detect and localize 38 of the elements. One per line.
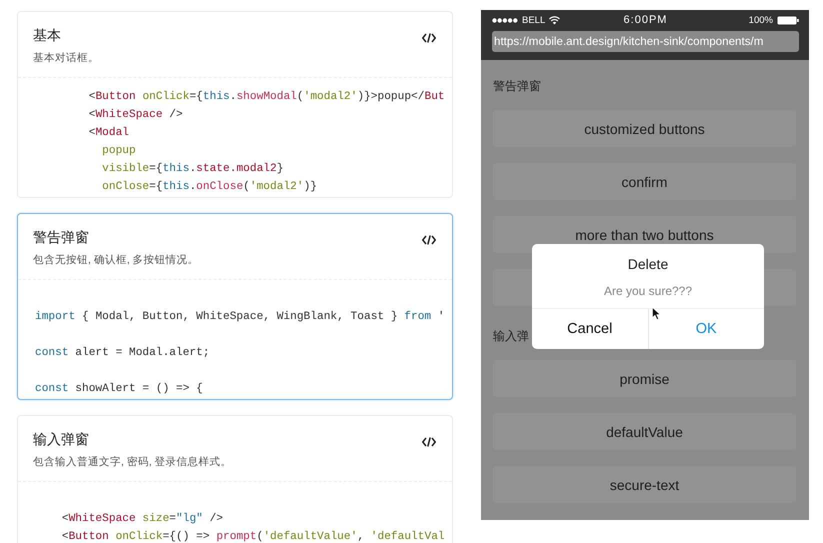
code-line: import { Modal, Button, WhiteSpace, WingBlank, Toast } from ' <box>35 310 446 325</box>
list-button[interactable]: customized buttons <box>493 110 796 147</box>
code-line: onClose={this.onClose('modal2')} <box>101 180 318 195</box>
code-line: <WhiteSpace /> <box>88 108 184 123</box>
section-title: 警告弹窗 <box>493 78 541 95</box>
card-description: 包含输入普通文字, 密码, 登录信息样式。 <box>33 455 232 469</box>
code-line: const alert = Modal.alert; <box>35 346 211 361</box>
code-icon[interactable] <box>422 437 436 447</box>
code-line: <Button onClick={this.showModal('modal2')}>popup</But <box>88 90 446 105</box>
dialog-title: Delete <box>628 256 668 272</box>
wifi-icon <box>549 16 560 24</box>
battery-icon <box>776 16 799 24</box>
dialog-message: Are you sure??? <box>604 284 692 298</box>
code-icon[interactable] <box>422 235 436 245</box>
clock-time: 6:00PM <box>624 14 668 26</box>
card-title: 警告弹窗 <box>33 229 90 247</box>
card-title: 基本 <box>33 27 62 45</box>
list-button[interactable]: confirm <box>493 163 796 200</box>
battery-percent: 100% <box>748 14 773 26</box>
list-button[interactable]: secure-text <box>493 466 796 503</box>
card-description: 基本对话框。 <box>33 51 99 65</box>
code-line: popup <box>101 144 137 159</box>
pointer-icon <box>652 307 661 320</box>
code-line: visible={this.state.modal2} <box>101 162 284 177</box>
dialog-button[interactable]: Cancel <box>532 309 648 349</box>
code-icon[interactable] <box>422 33 436 43</box>
card-description: 包含无按钮, 确认框, 多按钮情况。 <box>33 253 199 267</box>
code-line: <Modal <box>88 126 130 141</box>
card-title: 输入弹窗 <box>33 431 90 449</box>
code-line: const showAlert = () => { <box>35 382 204 397</box>
section-title: 输入弹 <box>493 328 529 345</box>
carrier-name: BELL <box>522 14 546 26</box>
list-button[interactable]: promise <box>493 360 796 397</box>
code-line: <Button onClick={() => prompt('defaultValue', 'defaultVal <box>60 530 446 543</box>
code-line: <WhiteSpace size="lg" /> <box>60 512 224 527</box>
list-button[interactable]: defaultValue <box>493 413 796 450</box>
url-field[interactable]: https://mobile.ant.design/kitchen-sink/components/m <box>492 31 799 52</box>
signal-icon <box>492 18 518 22</box>
